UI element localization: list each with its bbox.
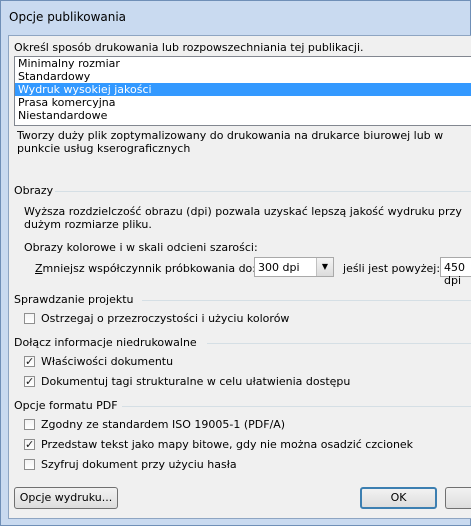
- if-above-label: jeśli jest powyżej:: [343, 262, 441, 275]
- warn-transparency-checkbox[interactable]: [24, 313, 35, 324]
- pdf-options-heading: Opcje formatu PDF: [14, 399, 118, 412]
- print-mode-listbox[interactable]: Minimalny rozmiar Standardowy Wydruk wys…: [14, 56, 471, 126]
- color-images-label: Obrazy kolorowe i w skali odcieni szaroś…: [24, 241, 258, 254]
- print-mode-description: Tworzy duży plik zoptymalizowany do druk…: [17, 129, 444, 155]
- checkmark-icon: ✓: [25, 355, 35, 368]
- checkmark-icon: ✓: [25, 375, 35, 388]
- check-project-heading: Sprawdzanie projektu: [14, 293, 134, 306]
- cancel-button[interactable]: [445, 487, 471, 509]
- group-divider: [207, 343, 471, 344]
- if-above-select[interactable]: 450 dpi: [440, 257, 471, 287]
- list-item[interactable]: Standardowy: [15, 70, 471, 83]
- chevron-down-icon[interactable]: ▼: [316, 258, 333, 276]
- encrypt-label[interactable]: Szyfruj dokument przy użyciu hasła: [41, 458, 237, 471]
- doc-properties-checkbox[interactable]: ✓: [24, 355, 35, 368]
- list-item-selected[interactable]: Wydruk wysokiej jakości: [15, 83, 471, 96]
- dialog-body: Określ sposób drukowania lub rozpowszech…: [8, 35, 471, 519]
- group-divider: [55, 191, 471, 192]
- if-above-value: 450 dpi: [444, 261, 465, 287]
- images-heading: Obrazy: [14, 184, 54, 197]
- downsample-label: Zmniejsz współczynnik próbkowania do:: [35, 262, 256, 275]
- list-item[interactable]: Niestandardowe: [15, 109, 471, 122]
- list-item[interactable]: Prasa komercyjna: [15, 96, 471, 109]
- doc-tags-checkbox[interactable]: ✓: [24, 375, 35, 388]
- list-item[interactable]: Minimalny rozmiar: [15, 57, 471, 70]
- iso-checkbox[interactable]: [24, 419, 35, 430]
- downsample-value: 300 dpi: [258, 261, 300, 274]
- downsample-select[interactable]: 300 dpi ▼: [254, 257, 334, 277]
- iso-label[interactable]: Zgodny ze standardem ISO 19005-1 (PDF/A): [41, 418, 285, 431]
- warn-transparency-label[interactable]: Ostrzegaj o przezroczystości i użyciu ko…: [41, 312, 289, 325]
- ok-button[interactable]: OK: [360, 487, 437, 509]
- group-divider: [122, 406, 471, 407]
- print-options-button[interactable]: Opcje wydruku...: [14, 487, 118, 509]
- bitmap-text-checkbox[interactable]: ✓: [24, 438, 35, 451]
- images-description: Wyższa rozdzielczość obrazu (dpi) pozwal…: [24, 205, 462, 231]
- bitmap-text-label[interactable]: Przedstaw tekst jako mapy bitowe, gdy ni…: [41, 438, 413, 451]
- encrypt-checkbox[interactable]: [24, 459, 35, 470]
- group-divider: [142, 300, 471, 301]
- dialog-title: Opcje publikowania: [9, 10, 127, 24]
- doc-tags-label[interactable]: Dokumentuj tagi strukturalne w celu ułat…: [41, 375, 350, 388]
- publish-options-dialog: Opcje publikowania Określ sposób drukowa…: [0, 0, 471, 526]
- non-print-heading: Dołącz informacje niedrukowalne: [14, 336, 197, 349]
- checkmark-icon: ✓: [25, 438, 35, 451]
- doc-properties-label[interactable]: Właściwości dokumentu: [41, 355, 173, 368]
- print-mode-label: Określ sposób drukowania lub rozpowszech…: [14, 41, 364, 54]
- title-bar: Opcje publikowania: [1, 1, 471, 35]
